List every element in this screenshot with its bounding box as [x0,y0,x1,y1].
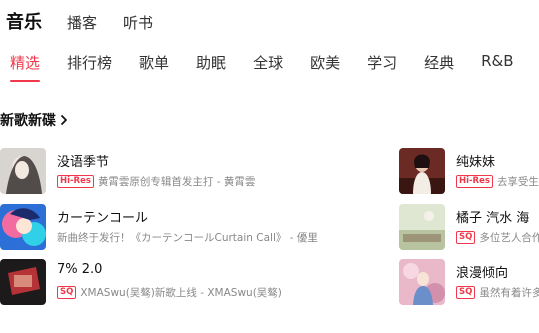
tab-rnb[interactable]: R&B [481,52,513,80]
item-subtitle: 多位艺人合作 [479,232,539,244]
music-home: 音乐 播客 听书 精选 排行榜 歌单 助眠 全球 欧美 学习 经典 R&B 新歌… [0,0,539,333]
item-subtitle: 虽然有着许多 [479,287,539,299]
item-subtitle-row: SQ XMASwu(吴骜)新歌上线 - XMASwu(吴骜) [57,285,282,300]
tab-music[interactable]: 音乐 [6,8,42,34]
tab-study[interactable]: 学习 [367,52,397,80]
quality-badge: SQ [456,231,476,244]
list-item[interactable]: 没语季节 Hi-Res 黄霄雲原创专辑首发主打 - 黄霄雲 [0,148,395,194]
item-title: 浪漫倾向 [456,266,509,281]
top-tab-bar: 音乐 播客 听书 [6,8,179,34]
item-subtitle-row: Hi-Res 黄霄雲原创专辑首发主打 - 黄霄雲 [57,174,255,189]
tab-charts[interactable]: 排行榜 [67,52,112,80]
new-releases-header[interactable]: 新歌新碟 [0,110,70,130]
chevron-right-icon [61,115,67,125]
item-subtitle-row: 新曲终于发行！《カーテンコールCurtain Call》 - 優里 [57,230,318,245]
tab-audiobook[interactable]: 听书 [123,12,153,33]
quality-badge: SQ [456,286,476,299]
section-title: 新歌新碟 [0,113,56,129]
tab-classic[interactable]: 经典 [424,52,454,80]
quality-badge: Hi-Res [57,175,94,188]
item-subtitle-row: SQ 虽然有着许多 [456,285,539,300]
list-item[interactable]: 纯妹妹 Hi-Res 去享受生活 [399,148,539,194]
item-subtitle: 去享受生活 [496,176,539,188]
album-cover [399,148,445,194]
item-title: 纯妹妹 [456,155,496,170]
tab-featured-label: 精选 [10,54,41,72]
item-title: 橘子 汽水 海 [456,211,530,226]
list-item[interactable]: 浪漫倾向 SQ 虽然有着许多 [399,259,539,305]
tab-western[interactable]: 欧美 [310,52,340,80]
tab-global[interactable]: 全球 [253,52,283,80]
item-subtitle-row: Hi-Res 去享受生活 [456,174,539,189]
item-title: カーテンコール [57,211,149,226]
album-cover [0,204,46,250]
item-subtitle: 新曲终于发行！《カーテンコールCurtain Call》 - 優里 [57,232,318,244]
quality-badge: Hi-Res [456,175,493,188]
category-tab-bar: 精选 排行榜 歌单 助眠 全球 欧美 学习 经典 R&B [10,52,539,82]
item-title: 7% 2.0 [57,262,103,277]
tab-playlists[interactable]: 歌单 [139,52,169,80]
item-subtitle: XMASwu(吴骜)新歌上线 - XMASwu(吴骜) [80,287,282,299]
tab-podcast[interactable]: 播客 [67,12,97,33]
quality-badge: SQ [57,286,77,299]
tab-sleep[interactable]: 助眠 [196,52,226,80]
item-subtitle-row: SQ 多位艺人合作 [456,230,539,245]
item-subtitle: 黄霄雲原创专辑首发主打 - 黄霄雲 [97,176,256,188]
tab-featured[interactable]: 精选 [10,52,41,82]
list-item[interactable]: 7% 2.0 SQ XMASwu(吴骜)新歌上线 - XMASwu(吴骜) [0,259,395,305]
item-title: 没语季节 [57,155,110,170]
list-item[interactable]: カーテンコール 新曲终于发行！《カーテンコールCurtain Call》 - 優… [0,204,395,250]
list-item[interactable]: 橘子 汽水 海 SQ 多位艺人合作 [399,204,539,250]
active-tab-indicator [10,80,41,82]
album-cover [0,148,46,194]
album-cover [0,259,46,305]
album-cover [399,259,445,305]
album-cover [399,204,445,250]
